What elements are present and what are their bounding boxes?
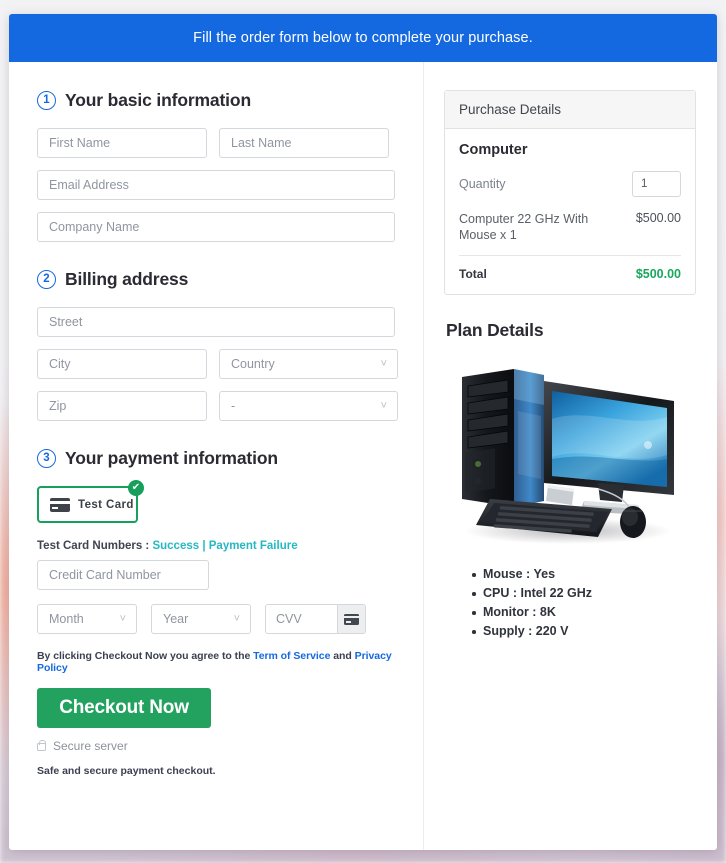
city-country-row: City Country ˅ <box>37 349 398 379</box>
country-select[interactable]: Country ˅ <box>219 349 398 379</box>
section-basic-information-header: 1 Your basic information <box>37 90 395 111</box>
summary-divider <box>459 255 681 256</box>
purchase-details-header: Purchase Details <box>445 91 695 129</box>
country-select-value: Country <box>231 357 275 371</box>
checkout-card: Fill the order form below to complete yo… <box>9 14 717 850</box>
street-input[interactable]: Street <box>37 307 395 337</box>
first-name-input[interactable]: First Name <box>37 128 207 158</box>
section-basic-information-title: Your basic information <box>65 90 251 110</box>
cvv-help-button[interactable] <box>337 605 365 633</box>
state-select-value: - <box>231 399 236 413</box>
email-input[interactable]: Email Address <box>37 170 395 200</box>
list-item: Supply : 220 V <box>472 624 696 638</box>
order-form: 1 Your basic information First Name Last… <box>9 62 424 850</box>
expiry-cvv-row: Month ˅ Year ˅ CVV <box>37 604 395 634</box>
year-select-value: Year <box>163 612 189 626</box>
company-input[interactable]: Company Name <box>37 212 395 242</box>
credit-card-icon <box>344 613 359 625</box>
test-card-numbers-label: Test Card Numbers : <box>37 540 153 552</box>
test-card-label: Test Card <box>78 498 134 511</box>
banner-text: Fill the order form below to complete yo… <box>193 30 533 46</box>
total-amount: $500.00 <box>635 267 681 281</box>
zip-state-row: Zip - ˅ <box>37 391 398 421</box>
terms-text-before: By clicking Checkout Now you agree to th… <box>37 650 254 662</box>
lock-icon <box>37 739 46 751</box>
section-billing-address-title: Billing address <box>65 269 189 289</box>
order-summary-sidebar: Purchase Details Computer Quantity 1 Com… <box>424 62 717 850</box>
list-item: Mouse : Yes <box>472 567 696 581</box>
computer-product-image <box>448 359 686 549</box>
payment-failure-test-card-link[interactable]: Payment Failure <box>209 540 298 552</box>
company-row: Company Name <box>37 212 395 242</box>
step-number-3: 3 <box>37 449 56 468</box>
line-item-description: Computer 22 GHz With Mouse x 1 <box>459 212 589 242</box>
chevron-down-icon: ˅ <box>119 612 126 625</box>
list-item: CPU : Intel 22 GHz <box>472 586 696 600</box>
plan-details-title: Plan Details <box>446 320 544 340</box>
credit-card-icon <box>50 497 70 512</box>
purchase-details-body: Computer Quantity 1 Computer 22 GHz With… <box>445 129 695 294</box>
line-item-amount: $500.00 <box>635 211 681 225</box>
cvv-field-group: CVV <box>265 604 366 634</box>
success-test-card-link[interactable]: Success <box>152 540 199 552</box>
safe-checkout-note: Safe and secure payment checkout. <box>37 765 216 777</box>
plan-spec-list: Mouse : Yes CPU : Intel 22 GHz Monitor :… <box>472 567 696 638</box>
purchase-details-panel: Purchase Details Computer Quantity 1 Com… <box>444 90 696 295</box>
list-item: Monitor : 8K <box>472 605 696 619</box>
terms-text-middle: and <box>330 650 355 662</box>
test-card-numbers-line: Test Card Numbers : Success | Payment Fa… <box>37 540 395 552</box>
chevron-down-icon: ˅ <box>380 357 387 370</box>
chevron-down-icon: ˅ <box>233 612 240 625</box>
banner: Fill the order form below to complete yo… <box>9 14 717 62</box>
year-select[interactable]: Year ˅ <box>151 604 251 634</box>
line-item-row: Computer 22 GHz With Mouse x 1 $500.00 <box>459 211 681 243</box>
street-row: Street <box>37 307 395 337</box>
terms-of-service-link[interactable]: Term of Service <box>253 650 330 662</box>
step-number-1: 1 <box>37 91 56 110</box>
email-row: Email Address <box>37 170 395 200</box>
total-row: Total $500.00 <box>459 267 681 281</box>
section-payment-information-title: Your payment information <box>65 448 278 468</box>
terms-notice: By clicking Checkout Now you agree to th… <box>37 650 395 674</box>
product-name: Computer <box>459 142 528 158</box>
link-separator: | <box>199 540 209 552</box>
secure-server-row: Secure server <box>37 739 395 753</box>
total-label: Total <box>459 267 487 281</box>
section-billing-address-header: 2 Billing address <box>37 269 395 290</box>
month-select-value: Month <box>49 612 84 626</box>
checkout-now-button[interactable]: Checkout Now <box>37 688 211 728</box>
last-name-input[interactable]: Last Name <box>219 128 389 158</box>
content-columns: 1 Your basic information First Name Last… <box>9 62 717 850</box>
quantity-input[interactable]: 1 <box>632 171 681 197</box>
zip-input[interactable]: Zip <box>37 391 207 421</box>
state-select[interactable]: - ˅ <box>219 391 398 421</box>
secure-server-label: Secure server <box>53 739 128 753</box>
check-circle-icon: ✔ <box>128 480 144 496</box>
step-number-2: 2 <box>37 270 56 289</box>
cvv-input[interactable]: CVV <box>266 605 337 633</box>
test-card-option[interactable]: Test Card ✔ <box>37 480 144 523</box>
month-select[interactable]: Month ˅ <box>37 604 137 634</box>
quantity-row: Quantity 1 <box>459 171 681 197</box>
credit-card-number-input[interactable]: Credit Card Number <box>37 560 209 590</box>
city-input[interactable]: City <box>37 349 207 379</box>
quantity-label: Quantity <box>459 177 506 191</box>
chevron-down-icon: ˅ <box>380 399 387 412</box>
name-row: First Name Last Name <box>37 128 395 158</box>
section-payment-information-header: 3 Your payment information <box>37 448 395 469</box>
